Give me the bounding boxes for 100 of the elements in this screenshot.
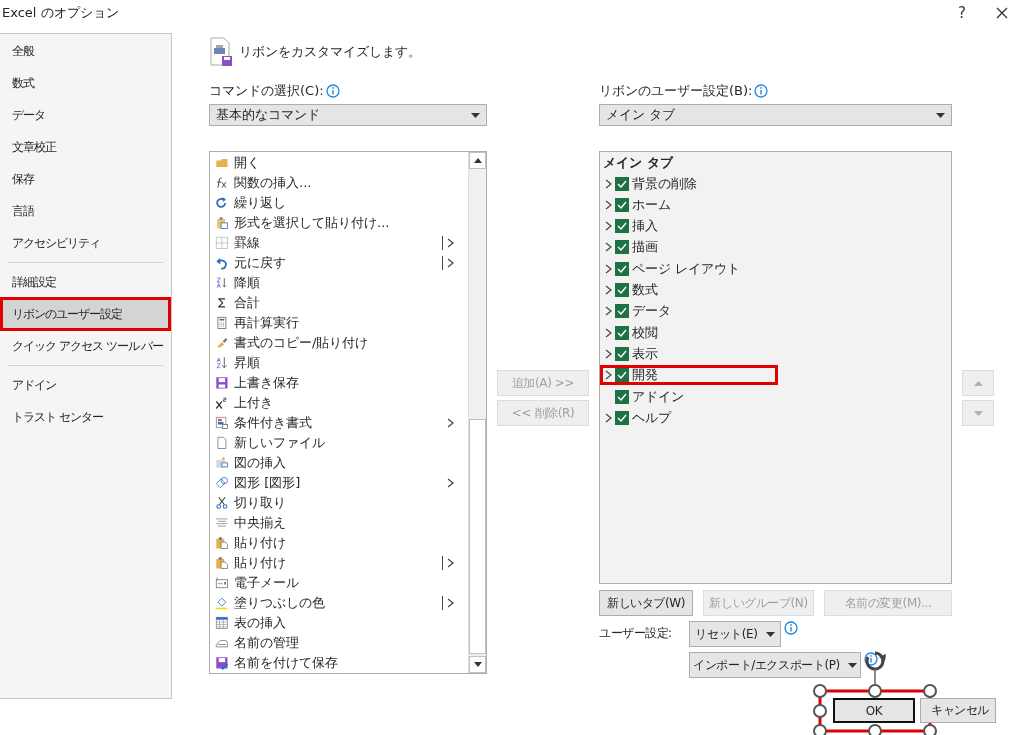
- chevron-right-icon: [447, 558, 454, 568]
- command-label: 新しいファイル: [234, 434, 326, 452]
- tree-item[interactable]: 挿入: [600, 216, 778, 236]
- checkbox[interactable]: [615, 240, 629, 255]
- tree-item-label: 描画: [632, 238, 658, 257]
- chevron-right-icon: [447, 598, 454, 608]
- command-item[interactable]: 名前を付けて保存: [210, 653, 468, 673]
- command-label: 貼り付け: [234, 534, 287, 552]
- borders-icon: [214, 235, 230, 251]
- command-item[interactable]: 切り取り: [210, 493, 468, 513]
- tree-item[interactable]: ページ レイアウト: [600, 259, 778, 279]
- command-item[interactable]: 条件付き書式: [210, 413, 468, 433]
- checkbox[interactable]: [615, 410, 629, 425]
- command-item[interactable]: 元に戻す: [210, 253, 468, 273]
- command-item[interactable]: 塗りつぶしの色: [210, 593, 468, 613]
- rotate-handle-icon[interactable]: [865, 651, 886, 671]
- command-item[interactable]: 再計算実行: [210, 313, 468, 333]
- command-item[interactable]: 貼り付け: [210, 553, 468, 573]
- command-item[interactable]: 罫線: [210, 233, 468, 253]
- tree-item[interactable]: データ: [600, 301, 778, 322]
- command-item[interactable]: 上付き: [210, 393, 468, 413]
- tree-item[interactable]: 描画: [600, 237, 778, 258]
- checkbox[interactable]: [615, 261, 629, 276]
- command-item[interactable]: 中央揃え: [210, 513, 468, 533]
- command-item[interactable]: 電子メール: [210, 573, 468, 593]
- command-source-dropdown[interactable]: 基本的なコマンド: [209, 104, 487, 126]
- tree-item[interactable]: 背景の削除: [600, 173, 778, 194]
- check-icon: [617, 307, 627, 316]
- chevron-right-icon: [605, 348, 612, 359]
- checkbox[interactable]: [615, 219, 629, 234]
- sidebar-item[interactable]: データ: [0, 98, 171, 132]
- checkbox[interactable]: [615, 346, 629, 361]
- checkbox[interactable]: [615, 368, 629, 383]
- check-icon: [617, 413, 627, 422]
- cancel-button[interactable]: キャンセル: [920, 698, 996, 723]
- command-item[interactable]: 昇順: [210, 353, 468, 373]
- command-label: 開く: [234, 154, 261, 172]
- tree-item-label: 校閲: [632, 323, 658, 342]
- tree-item[interactable]: 校閲: [600, 322, 778, 343]
- tree-item[interactable]: 開発: [600, 365, 778, 385]
- tree-item[interactable]: 表示: [600, 344, 778, 364]
- help-button[interactable]: ?: [942, 3, 982, 23]
- checkbox[interactable]: [615, 304, 629, 319]
- command-item[interactable]: 書式のコピー/貼り付け: [210, 333, 468, 353]
- checkbox[interactable]: [615, 197, 629, 212]
- command-item[interactable]: 図形 [図形]: [210, 473, 468, 493]
- chevron-right-icon: [605, 199, 612, 210]
- command-item[interactable]: 名前の管理: [210, 633, 468, 653]
- tree-item[interactable]: ヘルプ: [600, 408, 778, 428]
- sidebar-item[interactable]: 言語: [0, 194, 171, 228]
- command-item[interactable]: 新しいファイル: [210, 433, 468, 453]
- command-item[interactable]: 表の挿入: [210, 613, 468, 633]
- caret-icon: [765, 631, 775, 637]
- sidebar-item[interactable]: 詳細設定: [0, 265, 171, 299]
- command-item[interactable]: 上書き保存: [210, 373, 468, 393]
- check-icon: [617, 264, 627, 273]
- chevron-right-icon: [447, 478, 454, 488]
- sidebar-item[interactable]: リボンのユーザー設定: [0, 297, 171, 331]
- new-tab-button[interactable]: 新しいタブ(W): [599, 590, 693, 616]
- page-heading: リボンをカスタマイズします。: [239, 43, 421, 61]
- command-label: 形式を選択して貼り付け...: [234, 214, 391, 232]
- import-export-button[interactable]: インポート/エクスポート(P): [689, 652, 861, 678]
- shapes-icon: [214, 475, 230, 491]
- tree-item[interactable]: ホーム: [600, 195, 778, 215]
- sidebar-item[interactable]: 全般: [0, 34, 171, 68]
- sidebar-item[interactable]: アクセシビリティ: [0, 226, 171, 260]
- command-item[interactable]: 合計: [210, 293, 468, 313]
- tree-item[interactable]: アドイン: [600, 386, 778, 407]
- checkbox[interactable]: [615, 176, 629, 191]
- split-divider: [442, 556, 443, 570]
- sidebar-item[interactable]: アドイン: [0, 368, 171, 402]
- scrollbar-thumb[interactable]: [469, 419, 486, 654]
- ok-button[interactable]: OK: [833, 698, 915, 723]
- ribbon-tabs-dropdown[interactable]: メイン タブ: [599, 104, 952, 126]
- command-item[interactable]: 開く: [210, 153, 468, 173]
- command-item[interactable]: 関数の挿入...: [210, 173, 468, 193]
- checkbox[interactable]: [615, 325, 629, 340]
- sidebar-item[interactable]: 保存: [0, 162, 171, 196]
- reset-button[interactable]: リセット(E): [689, 621, 781, 647]
- checkbox[interactable]: [615, 389, 629, 404]
- command-item[interactable]: 降順: [210, 273, 468, 293]
- check-icon: [617, 328, 627, 337]
- tree-item[interactable]: 数式: [600, 280, 778, 300]
- info-icon: [864, 652, 878, 666]
- field-label: リボンのユーザー設定(B):: [599, 82, 753, 100]
- command-item[interactable]: 貼り付け: [210, 533, 468, 553]
- scrollbar[interactable]: [468, 152, 486, 673]
- sidebar-item[interactable]: 数式: [0, 66, 171, 100]
- command-item[interactable]: 形式を選択して貼り付け...: [210, 213, 468, 233]
- checkbox[interactable]: [615, 283, 629, 298]
- email-icon: [214, 575, 230, 591]
- sidebar-item[interactable]: トラスト センター: [0, 400, 171, 434]
- command-item[interactable]: 繰り返し: [210, 193, 468, 213]
- command-label: 合計: [234, 294, 261, 312]
- command-item[interactable]: 図の挿入: [210, 453, 468, 473]
- sidebar-item[interactable]: クイック アクセス ツール バー: [0, 329, 171, 363]
- check-icon: [617, 286, 627, 295]
- sidebar-item[interactable]: 文章校正: [0, 130, 171, 164]
- paint-bucket-icon: [214, 595, 230, 611]
- check-icon: [617, 200, 627, 209]
